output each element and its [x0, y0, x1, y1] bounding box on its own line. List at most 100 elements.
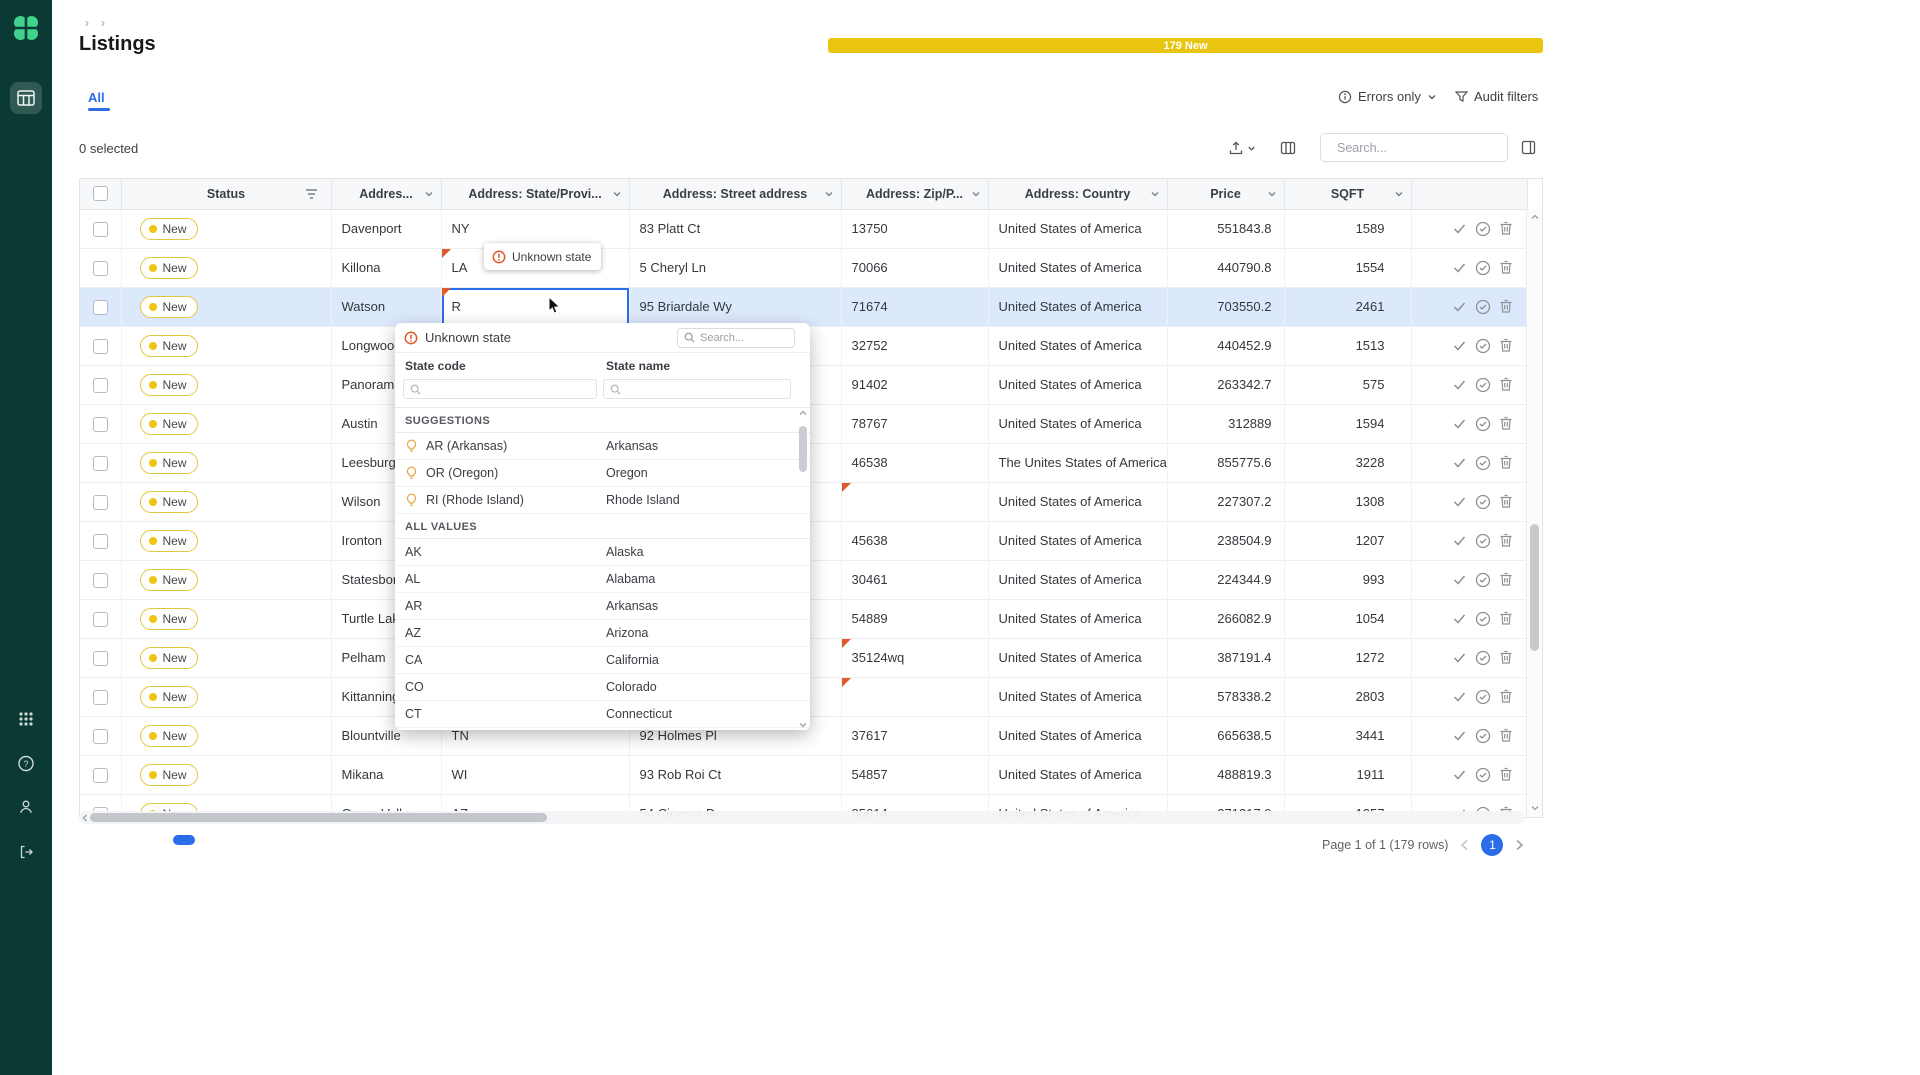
cell-state[interactable]: WI — [441, 755, 629, 794]
cell-sqft[interactable]: 3228 — [1284, 443, 1411, 482]
cell-zip[interactable]: 35124wq — [841, 638, 988, 677]
columns-button[interactable] — [1280, 140, 1296, 156]
cell-sqft[interactable]: 1554 — [1284, 248, 1411, 287]
value-row[interactable]: AL Alabama — [395, 566, 810, 593]
picker-scrollbar[interactable] — [798, 408, 808, 728]
cell-price[interactable]: 855775.6 — [1167, 443, 1284, 482]
approve-button[interactable] — [1452, 650, 1467, 665]
suggestion-row[interactable]: OR (Oregon) Oregon — [395, 460, 810, 487]
brand-logo[interactable] — [11, 13, 41, 43]
column-header-price[interactable]: Price — [1167, 179, 1284, 209]
column-header-zip[interactable]: Address: Zip/P... — [841, 179, 988, 209]
cell-country[interactable]: United States of America — [988, 404, 1167, 443]
row-checkbox[interactable] — [93, 300, 108, 315]
value-row[interactable]: CA California — [395, 647, 810, 674]
chevron-down-icon[interactable] — [424, 189, 434, 199]
verify-button[interactable] — [1475, 494, 1491, 510]
delete-button[interactable] — [1499, 572, 1513, 587]
cell-country[interactable]: The Unites States of America — [988, 443, 1167, 482]
cell-country[interactable]: United States of America — [988, 716, 1167, 755]
cell-price[interactable]: 551843.8 — [1167, 209, 1284, 248]
cell-street[interactable]: 5 Cheryl Ln — [629, 248, 841, 287]
chevron-down-icon[interactable] — [1267, 189, 1277, 199]
cell-country[interactable]: United States of America — [988, 560, 1167, 599]
row-checkbox[interactable] — [93, 534, 108, 549]
cell-country[interactable]: United States of America — [988, 755, 1167, 794]
cell-zip[interactable] — [841, 482, 988, 521]
approve-button[interactable] — [1452, 728, 1467, 743]
row-checkbox[interactable] — [93, 651, 108, 666]
delete-button[interactable] — [1499, 611, 1513, 626]
cell-price[interactable]: 227307.2 — [1167, 482, 1284, 521]
state-edit-cell[interactable]: R — [442, 288, 629, 326]
prev-page-button[interactable] — [1460, 839, 1469, 851]
cell-zip[interactable]: 46538 — [841, 443, 988, 482]
cell-sqft[interactable]: 3441 — [1284, 716, 1411, 755]
cell-zip[interactable]: 37617 — [841, 716, 988, 755]
vertical-scrollbar-thumb[interactable] — [1530, 524, 1539, 651]
delete-button[interactable] — [1499, 494, 1513, 509]
cell-sqft[interactable]: 1911 — [1284, 755, 1411, 794]
cell-street[interactable]: 95 Briardale Wy — [629, 287, 841, 326]
cell-sqft[interactable]: 993 — [1284, 560, 1411, 599]
cell-price[interactable]: 703550.2 — [1167, 287, 1284, 326]
row-checkbox[interactable] — [93, 456, 108, 471]
value-row[interactable]: AR Arkansas — [395, 593, 810, 620]
cell-zip[interactable]: 54857 — [841, 755, 988, 794]
row-checkbox[interactable] — [93, 690, 108, 705]
cell-street[interactable]: 93 Rob Roi Ct — [629, 755, 841, 794]
row-checkbox[interactable] — [93, 768, 108, 783]
cell-sqft[interactable]: 575 — [1284, 365, 1411, 404]
cell-status[interactable]: New — [121, 521, 331, 560]
column-header-city[interactable]: Addres... — [331, 179, 441, 209]
cell-zip[interactable]: 70066 — [841, 248, 988, 287]
cell-country[interactable]: United States of America — [988, 638, 1167, 677]
row-checkbox[interactable] — [93, 222, 108, 237]
delete-button[interactable] — [1499, 338, 1513, 353]
suggestion-row[interactable]: AR (Arkansas) Arkansas — [395, 433, 810, 460]
row-checkbox[interactable] — [93, 339, 108, 354]
verify-button[interactable] — [1475, 299, 1491, 315]
delete-button[interactable] — [1499, 299, 1513, 314]
scroll-down-icon[interactable] — [799, 722, 807, 728]
cell-status[interactable]: New — [121, 287, 331, 326]
state-edit-cell[interactable]: NY — [442, 210, 629, 248]
delete-button[interactable] — [1499, 377, 1513, 392]
page-size-option[interactable] — [147, 835, 169, 845]
verify-button[interactable] — [1475, 572, 1491, 588]
cell-price[interactable]: 578338.2 — [1167, 677, 1284, 716]
cell-sqft[interactable]: 1589 — [1284, 209, 1411, 248]
verify-button[interactable] — [1475, 377, 1491, 393]
cell-street[interactable]: 83 Platt Ct — [629, 209, 841, 248]
user-icon[interactable] — [18, 799, 34, 815]
cell-zip[interactable]: 71674 — [841, 287, 988, 326]
approve-button[interactable] — [1452, 533, 1467, 548]
cell-price[interactable]: 440452.9 — [1167, 326, 1284, 365]
cell-country[interactable]: United States of America — [988, 287, 1167, 326]
audit-filters-button[interactable]: Audit filters — [1455, 89, 1538, 104]
breadcrumb-item[interactable] — [85, 16, 95, 30]
approve-button[interactable] — [1452, 455, 1467, 470]
picker-search-input[interactable] — [700, 332, 780, 344]
verify-button[interactable] — [1475, 260, 1491, 276]
page-size-option[interactable] — [95, 835, 117, 845]
cell-city[interactable]: Watson — [331, 287, 441, 326]
cell-country[interactable]: United States of America — [988, 599, 1167, 638]
help-icon[interactable]: ? — [18, 755, 35, 772]
breadcrumb-item[interactable] — [101, 16, 111, 30]
cell-price[interactable]: 665638.5 — [1167, 716, 1284, 755]
logout-icon[interactable] — [18, 844, 34, 860]
delete-button[interactable] — [1499, 728, 1513, 743]
approve-button[interactable] — [1452, 416, 1467, 431]
filter-lines-icon[interactable] — [305, 188, 318, 199]
errors-only-filter[interactable]: Errors only — [1338, 89, 1437, 104]
verify-button[interactable] — [1475, 338, 1491, 354]
cell-country[interactable]: United States of America — [988, 326, 1167, 365]
cell-zip[interactable]: 32752 — [841, 326, 988, 365]
search-input[interactable] — [1337, 141, 1498, 155]
tab-all[interactable]: All — [88, 90, 105, 105]
column-header-country[interactable]: Address: Country — [988, 179, 1167, 209]
cell-city[interactable]: Killona — [331, 248, 441, 287]
approve-button[interactable] — [1452, 299, 1467, 314]
vertical-scrollbar[interactable] — [1526, 209, 1542, 817]
